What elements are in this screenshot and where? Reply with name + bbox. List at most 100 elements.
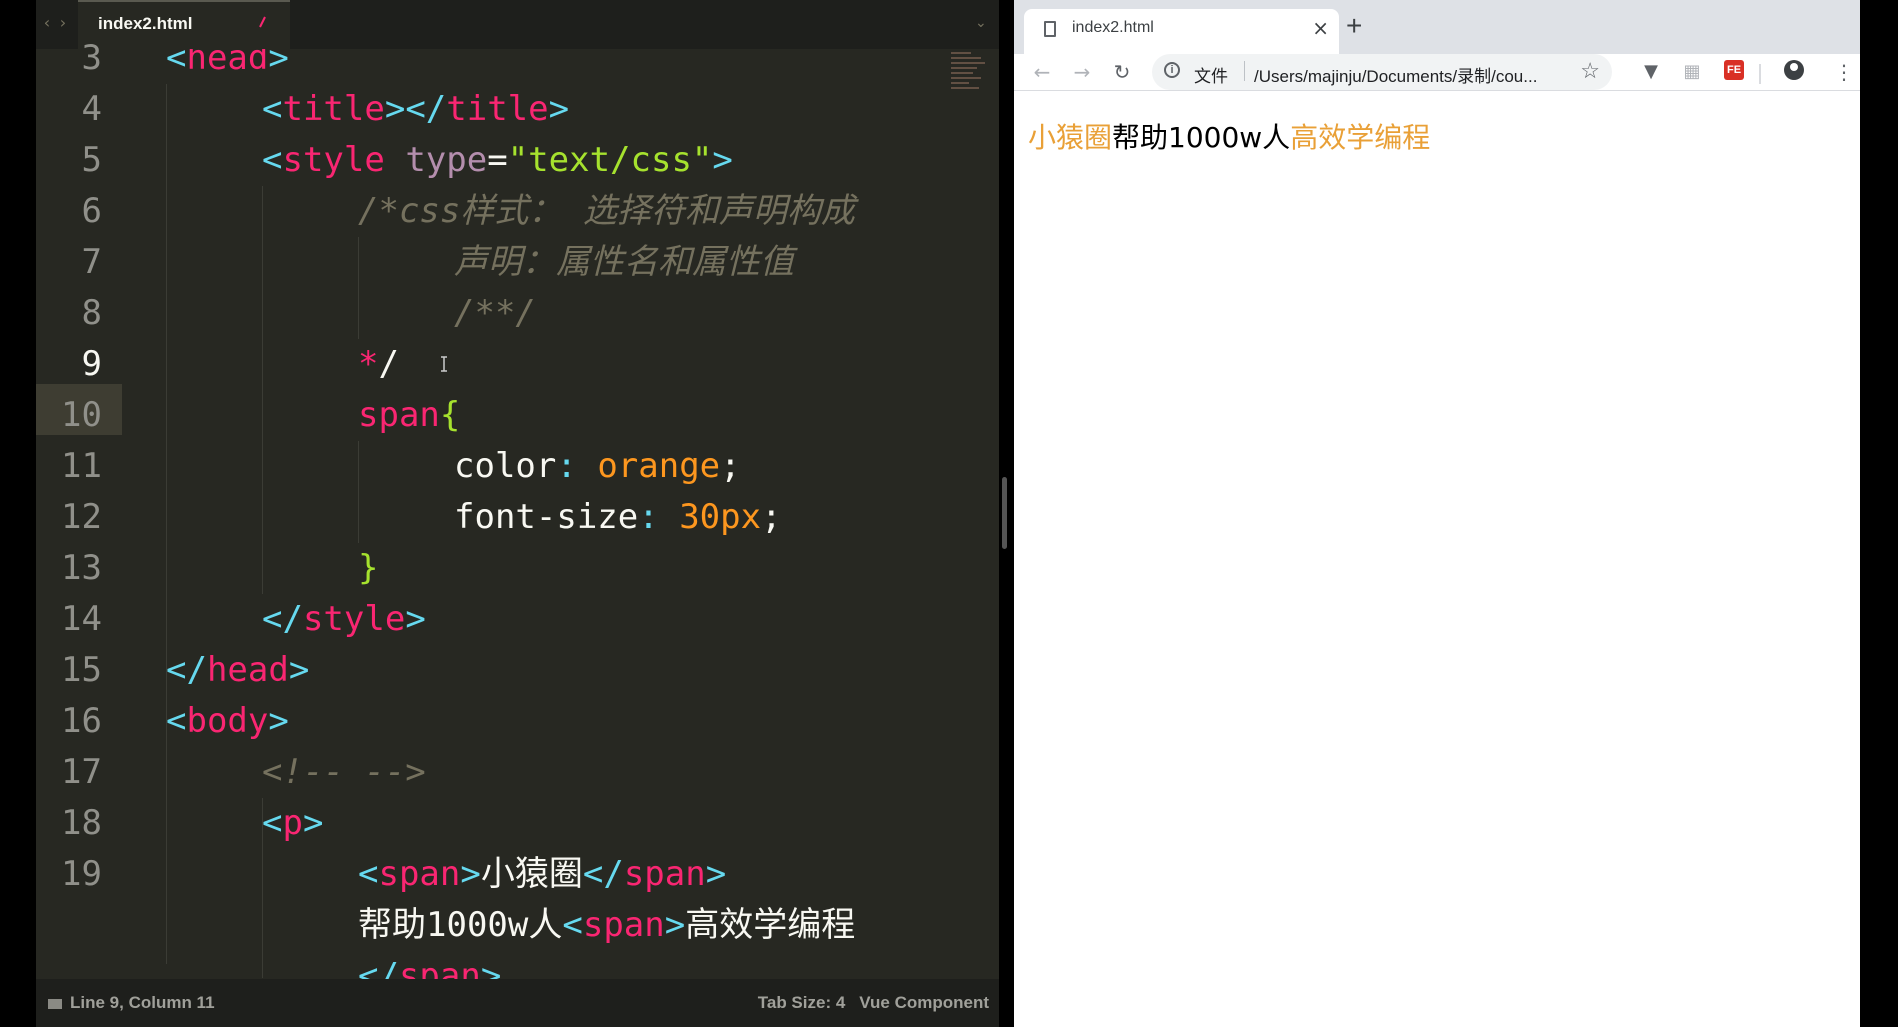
line-number: 12 [61, 497, 102, 537]
code-line: font-size: 30px; [454, 497, 782, 537]
rendered-paragraph: 小猿圈帮助1000w人高效学编程 [1028, 116, 1430, 156]
editor-tab[interactable]: index2.html [78, 0, 290, 49]
indent-guide [358, 441, 359, 543]
indent-guide [358, 237, 359, 339]
chevron-right-icon[interactable]: › [56, 13, 70, 33]
address-url[interactable]: /Users/majinju/Documents/录制/cou... [1254, 62, 1537, 87]
code-area[interactable]: <head> <title></title> <style type="text… [122, 49, 972, 979]
line-number: 19 [61, 854, 102, 894]
tag-name: p [282, 803, 303, 843]
tag-name: span [378, 854, 461, 894]
split-divider[interactable] [999, 0, 1014, 1027]
extension-v-icon[interactable]: ▼ [1639, 58, 1663, 86]
new-tab-button[interactable]: + [1346, 10, 1362, 42]
text-content: 帮助1000w人 [358, 905, 563, 945]
line-number: 11 [61, 446, 102, 486]
panel-toggle-icon[interactable] [48, 998, 62, 1009]
syntax-indicator[interactable]: Vue Component [859, 993, 989, 1012]
line-number: 14 [61, 599, 102, 639]
tag-name: style [302, 599, 406, 639]
code-line: } [358, 543, 378, 594]
text-content: 高效学编程 [685, 905, 856, 945]
code-line-clipped: </span> [358, 951, 501, 979]
extension-qr-icon[interactable]: ▦ [1680, 58, 1704, 86]
menu-kebab-icon[interactable]: ⋮ [1834, 58, 1854, 86]
code-line: <body> [166, 701, 289, 741]
minimap[interactable] [951, 49, 999, 109]
comment-line: /**/ [454, 293, 536, 333]
browser-window: index2.html × + ← → ↻ i 文件 /Users/majinj… [1014, 0, 1860, 1027]
browser-tab-title: index2.html [1072, 19, 1154, 36]
info-icon[interactable]: i [1164, 62, 1180, 78]
paragraph-text: 帮助1000w人 [1112, 121, 1291, 154]
brace: } [358, 548, 379, 588]
profile-avatar-icon[interactable] [1784, 60, 1804, 80]
tag-name: head [186, 49, 269, 78]
code-editor[interactable]: ‹ › index2.html ⌄ 3 4 5 6 7 8 9 10 11 12… [36, 0, 999, 1027]
tag-name: style [282, 140, 385, 180]
comment-line: /*css样式： 选择符和声明构成 [358, 191, 855, 231]
chevron-left-icon[interactable]: ‹ [40, 13, 54, 33]
code-line: <style type="text/css"> [262, 140, 733, 180]
line-number: 16 [61, 701, 102, 741]
line-number-gutter: 3 4 5 6 7 8 9 10 11 12 13 14 15 16 17 18… [36, 38, 122, 979]
comment-end-slash: / [378, 344, 399, 384]
text-cursor-icon [440, 356, 448, 372]
line-number: 13 [61, 548, 102, 588]
pencil-icon [259, 16, 266, 28]
code-line: <head> [166, 49, 289, 84]
css-property: color [454, 446, 557, 486]
comment-end-star: * [358, 344, 379, 384]
indent-guide [166, 84, 167, 964]
attribute-value: "text/css" [507, 140, 713, 180]
status-bar: Line 9, Column 11 Tab Size: 4 Vue Compone… [36, 979, 999, 1027]
address-bar[interactable]: i 文件 /Users/majinju/Documents/录制/cou... … [1152, 54, 1612, 90]
code-line: <title></title> [262, 89, 570, 129]
scrollbar-thumb[interactable] [1002, 477, 1007, 549]
browser-tab[interactable]: index2.html × [1024, 9, 1339, 54]
tag-name: body [186, 701, 269, 741]
line-number-active: 9 [81, 344, 102, 384]
tag-name: span [623, 854, 706, 894]
line-number: 17 [61, 752, 102, 792]
line-number: 18 [61, 803, 102, 843]
css-value: orange [597, 446, 721, 486]
cursor-position[interactable]: Line 9, Column 11 [70, 993, 215, 1012]
tag-name: span [398, 956, 481, 979]
line-number: 5 [81, 140, 102, 180]
close-icon[interactable]: × [1312, 16, 1329, 40]
code-line: span{ [358, 390, 460, 441]
chevron-down-icon[interactable]: ⌄ [975, 15, 989, 31]
line-number: 8 [81, 293, 102, 333]
editor-tab-bar: ‹ › index2.html ⌄ [36, 0, 999, 49]
attribute-name: type [405, 140, 488, 180]
bookmark-star-icon[interactable]: ☆ [1580, 58, 1600, 84]
extension-fe-icon[interactable]: FE [1724, 60, 1744, 80]
tag-name: span [582, 905, 665, 945]
css-selector: span [358, 395, 440, 435]
address-divider [1244, 61, 1245, 81]
page-icon [1044, 21, 1056, 37]
css-number: 30 [679, 497, 721, 537]
line-number: 6 [81, 191, 102, 231]
comment-line: <!-- --> [262, 752, 426, 792]
highlight-span: 高效学编程 [1290, 121, 1431, 154]
forward-arrow-icon[interactable]: → [1070, 58, 1094, 86]
tab-size-indicator[interactable]: Tab Size: 4 [758, 993, 846, 1012]
toolbar-divider [1759, 64, 1761, 84]
text-content: 小猿圈 [480, 854, 583, 894]
tag-name: head [206, 650, 289, 690]
editor-tab-title: index2.html [98, 14, 193, 33]
code-line: color: orange; [454, 446, 741, 486]
line-number: 3 [81, 38, 102, 78]
tag-name: title [446, 89, 549, 129]
reload-icon[interactable]: ↻ [1110, 58, 1134, 86]
css-property: font-size [454, 497, 639, 537]
back-arrow-icon[interactable]: ← [1030, 58, 1054, 86]
code-line: <span>小猿圈</span> [358, 854, 727, 894]
line-number: 4 [81, 89, 102, 129]
code-line-active: */ [358, 339, 399, 390]
browser-tab-strip: index2.html × + [1014, 0, 1860, 54]
comment-line: 声明：属性名和属性值 [454, 242, 794, 282]
code-line: </head> [166, 650, 310, 690]
